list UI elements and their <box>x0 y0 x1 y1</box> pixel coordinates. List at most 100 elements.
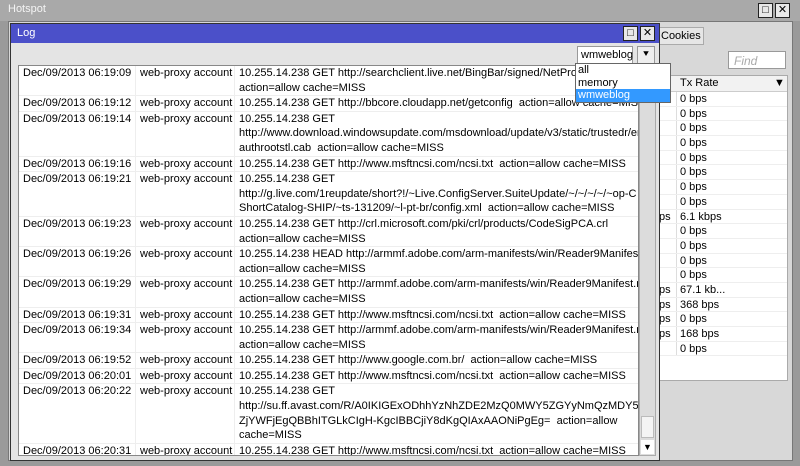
tx-rate-cell: 0 bps <box>680 151 707 164</box>
log-message: 10.255.14.238 GET http://www.msftncsi.co… <box>239 157 626 170</box>
log-message: 10.255.14.238 GET http://armmf.adobe.com… <box>239 278 638 305</box>
tx-rate-cell: 0 bps <box>680 269 707 282</box>
log-time: Dec/09/2013 06:19:09 <box>19 66 136 96</box>
log-entry[interactable]: Dec/09/2013 06:19:26 web-proxy account 10.… <box>19 247 638 278</box>
table-row[interactable]: 0 bps <box>656 180 787 195</box>
log-time: Dec/09/2013 06:19:23 <box>19 216 136 247</box>
scroll-down-icon[interactable]: ▼ <box>641 440 654 454</box>
log-entry[interactable]: Dec/09/2013 06:20:31 web-proxy account 10.… <box>19 443 638 456</box>
log-topic: web-proxy account <box>136 368 235 384</box>
log-message: 10.255.14.238 GET http://g.live.com/1reu… <box>239 173 637 215</box>
table-row[interactable]: 0 bps <box>656 341 787 357</box>
scrollbar-thumb[interactable] <box>641 416 654 438</box>
table-row[interactable]: 0 bps <box>656 238 787 254</box>
log-message: 10.255.14.238 GET http://crl.microsoft.c… <box>239 217 609 245</box>
log-topic: web-proxy account <box>136 277 235 307</box>
log-table: Dec/09/2013 06:19:09 web-proxy account 10.… <box>18 65 639 456</box>
filter-option[interactable]: all <box>576 64 670 77</box>
table-row[interactable]: 0 bps <box>656 106 787 122</box>
rx-rate-cell: ps <box>659 210 671 223</box>
log-entry[interactable]: Dec/09/2013 06:19:14 web-proxy account 10.… <box>19 111 638 157</box>
filter-option[interactable]: memory <box>576 77 670 90</box>
table-row[interactable]: 0 bps <box>656 92 787 107</box>
log-time: Dec/09/2013 06:19:34 <box>19 323 136 353</box>
log-time: Dec/09/2013 06:19:26 <box>19 247 136 277</box>
table-row[interactable]: ps 6.1 kbps <box>656 209 787 225</box>
log-entry[interactable]: Dec/09/2013 06:19:31 web-proxy account 10.… <box>19 307 638 324</box>
log-topic: web-proxy account <box>136 96 235 111</box>
tx-rate-cell: 0 bps <box>680 225 707 238</box>
log-message: 10.255.14.238 GET http://armmf.adobe.com… <box>239 324 638 351</box>
tx-rate-cell: 0 bps <box>680 313 707 326</box>
hotspot-close-button[interactable]: ✕ <box>775 3 790 18</box>
log-topic: web-proxy account <box>136 156 235 172</box>
log-topic: web-proxy account <box>136 307 235 323</box>
tx-rate-cell: 0 bps <box>680 181 707 194</box>
log-time: Dec/09/2013 06:19:52 <box>19 353 136 368</box>
log-entry[interactable]: Dec/09/2013 06:19:16 web-proxy account 10.… <box>19 156 638 173</box>
log-filter-select[interactable]: wmweblog <box>577 46 633 64</box>
log-topic: web-proxy account <box>136 66 235 96</box>
table-row[interactable]: 0 bps <box>656 253 787 269</box>
log-entry[interactable]: Dec/09/2013 06:19:29 web-proxy account 10.… <box>19 277 638 308</box>
filter-option[interactable]: wmweblog <box>576 89 670 102</box>
hotspot-window-title: Hotspot <box>0 0 800 21</box>
log-topic: web-proxy account <box>136 216 235 247</box>
column-menu-icon[interactable]: ▼ <box>774 77 785 89</box>
table-row[interactable]: ps 67.1 kb... <box>656 282 787 298</box>
rx-rate-cell: ps <box>659 298 671 311</box>
tx-rate-cell: 0 bps <box>680 166 707 179</box>
tab-cookies[interactable]: Cookies <box>656 27 704 45</box>
log-close-button[interactable]: ✕ <box>640 26 655 41</box>
tx-rate-cell: 368 bps <box>680 298 720 311</box>
log-topic: web-proxy account <box>136 353 235 368</box>
table-row[interactable]: 0 bps <box>656 194 787 210</box>
log-topic: web-proxy account <box>136 323 235 353</box>
table-row[interactable]: 0 bps <box>656 165 787 181</box>
log-entry[interactable]: Dec/09/2013 06:19:21 web-proxy account 10.… <box>19 172 638 217</box>
log-maximize-button[interactable]: □ <box>623 26 638 41</box>
log-title-bar: Log <box>11 24 659 43</box>
log-entry[interactable]: Dec/09/2013 06:20:01 web-proxy account 10.… <box>19 368 638 385</box>
dropdown-arrow-icon[interactable]: ⯆ <box>637 46 655 64</box>
find-input[interactable]: Find <box>728 51 786 69</box>
scrollbar[interactable]: ▼ <box>639 65 656 456</box>
tx-rate-cell: 0 bps <box>680 342 707 355</box>
rx-rate-cell: ps <box>659 313 671 326</box>
log-entry[interactable]: Dec/09/2013 06:19:09 web-proxy account 10.… <box>19 66 638 97</box>
table-row[interactable]: ps 168 bps <box>656 327 787 342</box>
log-window: Log □ ✕ wmweblog ⯆ Dec/09/2013 06:19:09 w… <box>10 23 660 461</box>
log-time: Dec/09/2013 06:19:16 <box>19 156 136 172</box>
table-row[interactable]: 0 bps <box>656 121 787 137</box>
log-topic: web-proxy account <box>136 111 235 156</box>
tx-rate-cell: 67.1 kb... <box>680 283 726 296</box>
tx-rate-cell: 0 bps <box>680 107 707 120</box>
log-topic: web-proxy account <box>136 247 235 277</box>
log-topic: web-proxy account <box>136 384 235 443</box>
log-message: 10.255.14.238 GET http://su.ff.avast.com… <box>239 385 638 442</box>
tx-rate-header[interactable]: Tx Rate <box>680 77 719 89</box>
tx-rate-cell: 0 bps <box>680 239 707 252</box>
table-row[interactable]: 0 bps <box>656 268 787 283</box>
table-row[interactable]: ps 0 bps <box>656 312 787 327</box>
log-entry[interactable]: Dec/09/2013 06:20:22 web-proxy account 10.… <box>19 384 638 444</box>
log-time: Dec/09/2013 06:20:01 <box>19 368 136 384</box>
table-row[interactable]: ps 368 bps <box>656 297 787 313</box>
log-title: Log <box>17 27 36 39</box>
log-message: 10.255.14.238 GET http://www.google.com.… <box>239 354 598 367</box>
log-time: Dec/09/2013 06:19:31 <box>19 307 136 323</box>
table-row[interactable]: 0 bps <box>656 136 787 151</box>
hotspot-maximize-button[interactable]: □ <box>758 3 773 18</box>
log-message: 10.255.14.238 GET http://www.msftncsi.co… <box>239 444 626 456</box>
log-entry[interactable]: Dec/09/2013 06:19:34 web-proxy account 10.… <box>19 323 638 354</box>
log-time: Dec/09/2013 06:20:31 <box>19 443 136 455</box>
log-entry[interactable]: Dec/09/2013 06:19:23 web-proxy account 10.… <box>19 216 638 248</box>
log-entry[interactable]: Dec/09/2013 06:19:52 web-proxy account 10.… <box>19 353 638 369</box>
log-time: Dec/09/2013 06:19:29 <box>19 277 136 307</box>
filter-dropdown-list: all memory wmweblog <box>575 63 671 103</box>
table-row[interactable]: 0 bps <box>656 224 787 239</box>
table-row[interactable]: 0 bps <box>656 150 787 166</box>
log-entry[interactable]: Dec/09/2013 06:19:12 web-proxy account 10.… <box>19 96 638 112</box>
tx-rate-cell: 0 bps <box>680 93 707 105</box>
log-time: Dec/09/2013 06:19:21 <box>19 172 136 216</box>
